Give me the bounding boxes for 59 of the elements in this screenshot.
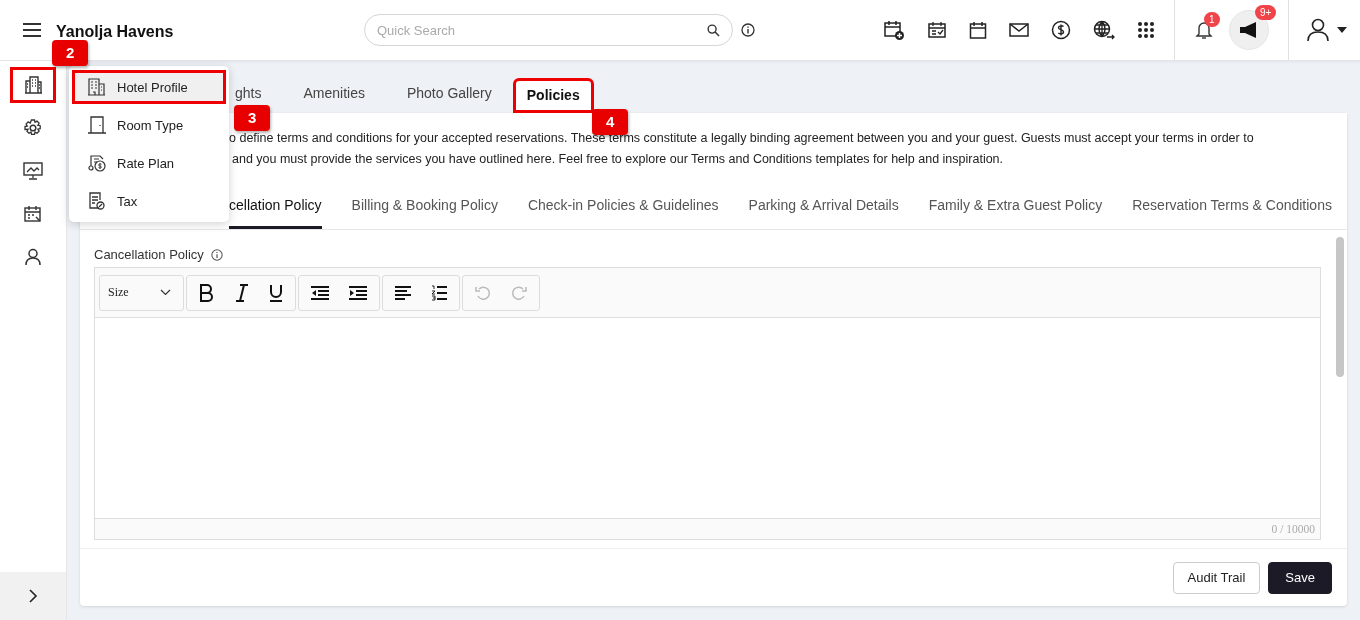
user-icon[interactable] xyxy=(1307,18,1329,42)
mail-icon[interactable] xyxy=(1009,22,1029,38)
building-icon xyxy=(88,78,106,96)
indent-icon[interactable] xyxy=(348,285,367,300)
calendar-add-icon[interactable] xyxy=(883,19,905,41)
rich-text-editor[interactable]: Size 0 / 10000 xyxy=(94,267,1321,540)
hotel-name: Yanolja Havens xyxy=(56,23,175,41)
building-icon xyxy=(24,76,42,94)
caret-icon[interactable] xyxy=(1337,27,1347,33)
globe-icon[interactable] xyxy=(1093,20,1115,40)
audit-trail-button[interactable]: Audit Trail xyxy=(1172,561,1261,594)
search-icon[interactable] xyxy=(707,24,720,37)
policy-tab[interactable]: Billing & Booking Policy xyxy=(351,189,498,229)
notification-count: 1 xyxy=(1204,12,1220,27)
chevron-right-icon xyxy=(28,589,38,603)
calendar-icon xyxy=(24,205,42,223)
info-icon[interactable] xyxy=(210,248,223,261)
dollar-icon[interactable] xyxy=(1051,20,1071,40)
description-text: and you must provide the services you have outlined here. Feel free to explore our Terms and Conditions templates for help and inspiration. xyxy=(231,151,1005,168)
outdent-icon[interactable] xyxy=(310,285,329,300)
policy-tab[interactable]: Family & Extra Guest Policy xyxy=(928,189,1103,229)
door-icon xyxy=(88,116,106,134)
step-callout: 3 xyxy=(234,105,271,131)
info-icon[interactable] xyxy=(741,23,755,37)
menu-item[interactable]: Tax xyxy=(72,184,226,218)
menu-icon[interactable] xyxy=(22,22,42,38)
policy-tab[interactable]: Check-in Policies & Guidelines xyxy=(527,189,719,229)
menu-item[interactable]: Rate Plan xyxy=(72,146,226,180)
search-field[interactable]: Quick Search xyxy=(364,14,733,46)
hotel-nav-button[interactable] xyxy=(10,67,56,103)
step-callout: 4 xyxy=(592,109,629,135)
calendar-check-icon[interactable] xyxy=(927,20,947,40)
bold-icon[interactable] xyxy=(198,283,215,302)
section-tab[interactable]: Amenities xyxy=(282,77,386,113)
italic-icon[interactable] xyxy=(234,283,249,302)
chevron-down-icon xyxy=(159,289,171,296)
calendar-icon[interactable] xyxy=(969,20,987,40)
policy-tab[interactable]: Reservation Terms & Conditions xyxy=(1132,189,1332,229)
policy-tab[interactable]: Parking & Arrival Details xyxy=(748,189,899,229)
character-count: 0 / 10000 xyxy=(1271,523,1315,535)
user-icon xyxy=(24,248,42,266)
field-label: Cancellation Policy xyxy=(94,247,204,262)
step-callout: 2 xyxy=(52,40,89,66)
menu-item[interactable]: Hotel Profile xyxy=(72,70,226,104)
announcement-count: 9+ xyxy=(1255,5,1277,20)
apps-grid-icon[interactable] xyxy=(1137,21,1155,39)
rate-icon xyxy=(88,154,106,172)
align-left-icon[interactable] xyxy=(394,285,411,300)
megaphone-icon xyxy=(1239,22,1259,38)
settings-icon xyxy=(24,119,42,137)
announcements-button[interactable] xyxy=(1229,10,1269,50)
underline-icon[interactable] xyxy=(268,283,283,302)
section-tab[interactable]: Photo Gallery xyxy=(385,77,513,113)
numbered-list-icon[interactable] xyxy=(430,284,447,301)
menu-item[interactable]: Room Type xyxy=(72,108,226,142)
tax-icon xyxy=(88,192,106,210)
monitor-icon xyxy=(23,162,43,180)
section-tab[interactable]: Policies xyxy=(512,78,594,113)
save-button[interactable]: Save xyxy=(1268,561,1332,594)
